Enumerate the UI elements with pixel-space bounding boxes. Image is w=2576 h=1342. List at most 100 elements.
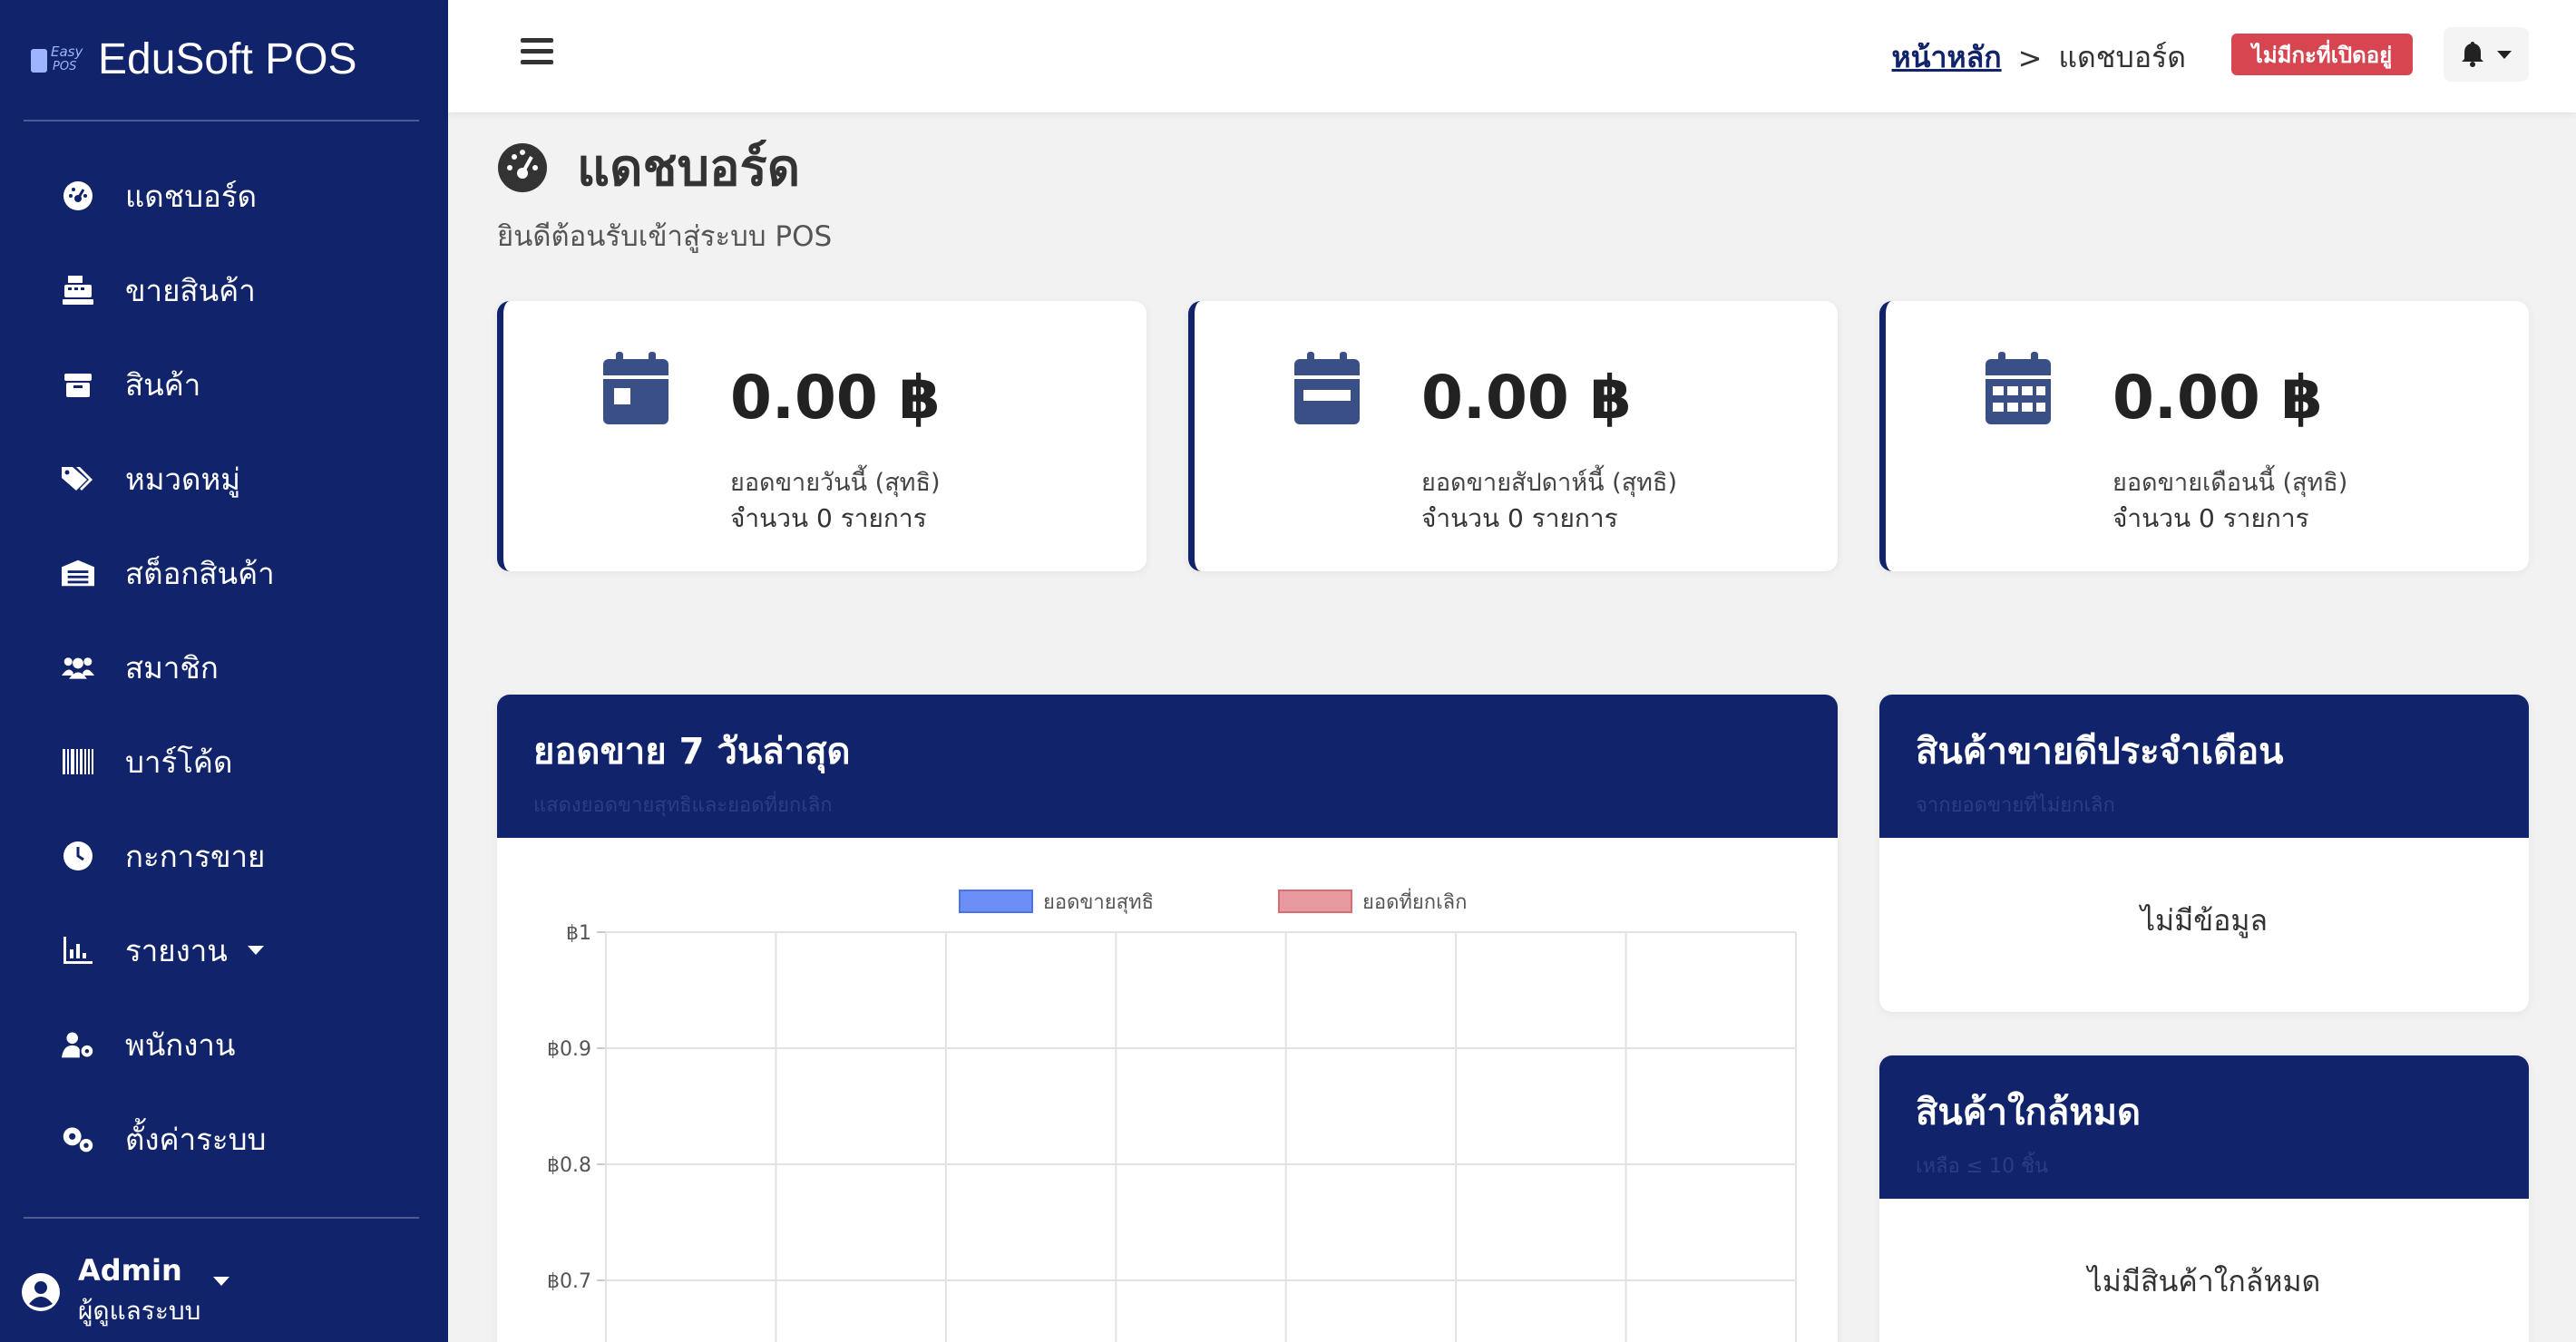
sidebar-item-label: กะการขาย xyxy=(125,838,266,874)
chevron-down-icon xyxy=(213,1277,230,1286)
warehouse-icon xyxy=(62,557,94,589)
stat-amount: 0.00 ฿ xyxy=(1421,363,1632,433)
barcode-icon xyxy=(62,745,94,778)
calendar-week-icon xyxy=(1294,352,1360,424)
chart-grid xyxy=(597,931,1797,1342)
dashboard-icon xyxy=(497,142,548,193)
chart-y-axis: ฿1 ฿0.9 ฿0.8 ฿0.7 xyxy=(547,922,591,1293)
calendar-month-icon xyxy=(1986,352,2051,424)
stat-card-today: 0.00 ฿ ยอดขายวันนี้ (สุทธิ) จำนวน 0 รายก… xyxy=(497,301,1147,571)
empty-message: ไม่มีข้อมูล xyxy=(2140,903,2269,938)
sidebar-divider xyxy=(24,120,419,122)
dashboard-icon xyxy=(62,180,94,212)
calendar-day-icon xyxy=(603,352,668,424)
page-subtitle: ยินดีต้อนรับเข้าสู่ระบบ POS xyxy=(497,220,833,253)
legend-label: ยอดที่ยกเลิก xyxy=(1362,888,1467,914)
bell-icon xyxy=(2461,42,2484,67)
stat-label: ยอดขายสัปดาห์นี้ (สุทธิ) xyxy=(1421,469,1677,497)
panel-header: สินค้าใกล้หมด เหลือ ≤ 10 ชิ้น xyxy=(1879,1055,2529,1199)
notifications-button[interactable] xyxy=(2444,27,2529,82)
sidebar-divider xyxy=(24,1217,419,1219)
sidebar-item-staff[interactable]: พนักงาน xyxy=(62,1017,236,1072)
menu-toggle-icon[interactable] xyxy=(521,38,553,65)
user-name: Admin xyxy=(78,1253,182,1288)
panel-subtitle: จากยอดขายที่ไม่ยกเลิก xyxy=(1916,794,2115,817)
sales-chart-panel: ยอดขาย 7 วันล่าสุด แสดงยอดขายสุทธิและยอด… xyxy=(497,695,1838,1342)
topbar: หน้าหลัก > แดชบอร์ด ไม่มีกะที่เปิดอยู่ xyxy=(448,0,2576,112)
breadcrumb-current: แดชบอร์ด xyxy=(2058,40,2186,74)
tags-icon xyxy=(62,462,94,495)
brand-logo: Easy POS xyxy=(27,38,83,80)
sidebar-item-label: บาร์โค้ด xyxy=(125,744,233,780)
sidebar-item-reports[interactable]: รายงาน xyxy=(62,923,264,977)
sidebar-item-label: สต็อกสินค้า xyxy=(125,555,275,591)
stat-count: จำนวน 0 รายการ xyxy=(730,503,927,533)
users-icon xyxy=(62,651,94,684)
chevron-down-icon xyxy=(2497,50,2512,59)
y-tick-label: ฿0.8 xyxy=(547,1154,591,1177)
breadcrumb-home-link[interactable]: หน้าหลัก xyxy=(1892,34,2002,81)
chart-legend: ยอดขายสุทธิ ยอดที่ยกเลิก xyxy=(959,888,1467,914)
clock-icon xyxy=(62,840,94,872)
sidebar-item-label: สินค้า xyxy=(125,366,201,403)
panel-title: สินค้าใกล้หมด xyxy=(1916,1092,2141,1133)
top-products-panel: สินค้าขายดีประจำเดือน จากยอดขายที่ไม่ยกเ… xyxy=(1879,695,2529,1012)
sidebar-item-label: สมาชิก xyxy=(125,649,219,686)
empty-message: ไม่มีสินค้าใกล้หมด xyxy=(2087,1264,2321,1298)
sidebar-item-stock[interactable]: สต็อกสินค้า xyxy=(62,546,275,600)
sales-chart: ยอดขายสุทธิ ยอดที่ยกเลิก ฿1 ฿0.9 ฿0.8 ฿0.7 xyxy=(547,888,1797,1342)
cash-register-icon xyxy=(62,274,94,306)
y-tick-label: ฿1 xyxy=(566,922,591,945)
stat-amount: 0.00 ฿ xyxy=(2113,363,2323,433)
breadcrumb: หน้าหลัก > แดชบอร์ด xyxy=(1892,34,2186,81)
panel-title: สินค้าขายดีประจำเดือน xyxy=(1916,731,2284,773)
sidebar-item-members[interactable]: สมาชิก xyxy=(62,640,219,695)
panel-header: ยอดขาย 7 วันล่าสุด แสดงยอดขายสุทธิและยอด… xyxy=(497,695,1838,838)
panel-header: สินค้าขายดีประจำเดือน จากยอดขายที่ไม่ยกเ… xyxy=(1879,695,2529,838)
legend-swatch xyxy=(1278,890,1352,913)
legend-label: ยอดขายสุทธิ xyxy=(1043,891,1154,914)
gears-icon xyxy=(62,1123,94,1155)
sidebar-item-label: หมวดหมู่ xyxy=(125,461,240,497)
user-gear-icon xyxy=(62,1028,94,1061)
sidebar-item-shifts[interactable]: กะการขาย xyxy=(62,829,265,883)
shift-status-badge[interactable]: ไม่มีกะที่เปิดอยู่ xyxy=(2231,34,2413,75)
sidebar-item-label: พนักงาน xyxy=(125,1026,236,1063)
breadcrumb-separator: > xyxy=(2017,40,2043,75)
sidebar-item-sell[interactable]: ขายสินค้า xyxy=(62,263,256,317)
user-role: ผู้ดูแลระบบ xyxy=(78,1296,201,1326)
logo-text-bottom: POS xyxy=(53,60,77,73)
user-menu[interactable]: Admin ผู้ดูแลระบบ xyxy=(22,1251,421,1333)
panel-subtitle: แสดงยอดขายสุทธิและยอดที่ยกเลิก xyxy=(533,794,833,817)
stat-label: ยอดขายวันนี้ (สุทธิ) xyxy=(730,469,941,497)
stat-label: ยอดขายเดือนนี้ (สุทธิ) xyxy=(2113,469,2348,497)
stat-card-month: 0.00 ฿ ยอดขายเดือนนี้ (สุทธิ) จำนวน 0 รา… xyxy=(1879,301,2529,571)
stat-amount: 0.00 ฿ xyxy=(730,363,941,433)
stat-count: จำนวน 0 รายการ xyxy=(2113,503,2309,533)
sidebar-item-categories[interactable]: หมวดหมู่ xyxy=(62,452,240,506)
sidebar-item-label: ขายสินค้า xyxy=(125,272,256,308)
y-tick-label: ฿0.7 xyxy=(547,1270,591,1293)
sidebar-item-dashboard[interactable]: แดชบอร์ด xyxy=(62,169,257,223)
chart-icon xyxy=(62,934,94,967)
box-icon xyxy=(62,368,94,401)
sidebar-item-label: แดชบอร์ด xyxy=(125,178,258,214)
y-tick-label: ฿0.9 xyxy=(547,1038,591,1061)
brand-name: EduSoft POS xyxy=(98,34,357,83)
chevron-down-icon xyxy=(247,946,264,955)
logo-text-top: Easy xyxy=(51,44,83,60)
sidebar-item-label: รายงาน xyxy=(125,932,228,968)
panel-title: ยอดขาย 7 วันล่าสุด xyxy=(533,731,851,773)
sidebar-item-label: ตั้งค่าระบบ xyxy=(125,1121,267,1157)
sidebar-item-barcode[interactable]: บาร์โค้ด xyxy=(62,734,232,789)
legend-swatch xyxy=(959,890,1033,913)
sidebar: Easy POS EduSoft POS แดชบอร์ด ขายสินค้า … xyxy=(0,0,448,1342)
sidebar-item-products[interactable]: สินค้า xyxy=(62,357,200,412)
user-circle-icon xyxy=(22,1273,60,1311)
panel-subtitle: เหลือ ≤ 10 ชิ้น xyxy=(1916,1155,2049,1178)
stat-card-week: 0.00 ฿ ยอดขายสัปดาห์นี้ (สุทธิ) จำนวน 0 … xyxy=(1188,301,1838,571)
stat-count: จำนวน 0 รายการ xyxy=(1421,503,1618,533)
sidebar-item-settings[interactable]: ตั้งค่าระบบ xyxy=(62,1112,267,1166)
brand[interactable]: Easy POS EduSoft POS xyxy=(27,27,357,91)
page-title: แดชบอร์ด xyxy=(577,139,801,198)
